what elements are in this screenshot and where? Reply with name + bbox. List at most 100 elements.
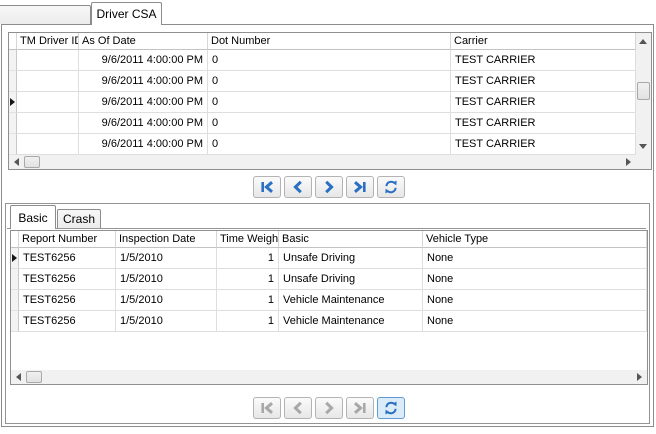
grid-cell[interactable]: Vehicle Maintenance <box>279 311 423 332</box>
column-header-carrier[interactable]: Carrier <box>451 33 636 50</box>
grid-cell[interactable]: TEST CARRIER <box>451 71 636 92</box>
row-header[interactable] <box>9 92 17 113</box>
basic-grid: Report NumberInspection DateTime WeightB… <box>10 230 648 385</box>
basic-binding-navigator <box>253 397 405 419</box>
column-header-basic[interactable]: Basic <box>279 231 423 248</box>
tab-crash-label: Crash <box>63 212 95 226</box>
move-previous-button[interactable] <box>284 176 312 198</box>
grid-cell[interactable]: None <box>423 290 647 311</box>
basic-tab-page-border <box>7 228 646 229</box>
scroll-left-icon[interactable] <box>14 158 19 166</box>
column-header-dot-number[interactable]: Dot Number <box>208 33 451 50</box>
tab-driver-csa[interactable]: Driver CSA <box>91 2 162 25</box>
grid-cell[interactable]: TEST6256 <box>19 311 116 332</box>
grid-cell[interactable]: None <box>423 311 647 332</box>
move-first-button[interactable] <box>253 176 281 198</box>
grid-cell[interactable]: Vehicle Maintenance <box>279 290 423 311</box>
tab-driver-csa-label: Driver CSA <box>96 7 156 21</box>
grid-cell[interactable]: 1/5/2010 <box>116 248 217 269</box>
row-header[interactable] <box>9 134 17 155</box>
grid-cell[interactable]: 0 <box>208 134 451 155</box>
scroll-up-icon[interactable] <box>639 39 647 44</box>
row-header[interactable] <box>9 71 17 92</box>
grid-cell[interactable]: 0 <box>208 50 451 71</box>
move-last-button[interactable] <box>346 397 374 419</box>
move-first-button[interactable] <box>253 397 281 419</box>
move-last-icon <box>352 179 368 195</box>
grid-cell[interactable]: 9/6/2011 4:00:00 PM <box>79 92 208 113</box>
grid-cell[interactable]: TEST CARRIER <box>451 92 636 113</box>
basic-grid-content: Report NumberInspection DateTime WeightB… <box>11 231 647 332</box>
move-next-button[interactable] <box>315 397 343 419</box>
column-header-time-weight[interactable]: Time Weight <box>217 231 279 248</box>
grid-cell[interactable]: 1 <box>217 248 279 269</box>
horizontal-scrollbar-thumb[interactable] <box>24 156 40 168</box>
move-previous-icon <box>290 179 306 195</box>
column-header-tm-driver-id[interactable]: TM Driver ID <box>17 33 79 50</box>
row-header[interactable] <box>11 311 19 332</box>
row-header[interactable] <box>9 50 17 71</box>
move-next-icon <box>321 179 337 195</box>
column-header-vehicle-type[interactable]: Vehicle Type <box>423 231 647 248</box>
grid-cell[interactable]: 1/5/2010 <box>116 290 217 311</box>
vertical-scrollbar-thumb[interactable] <box>637 82 650 100</box>
tab-basic-label: Basic <box>18 211 47 225</box>
grid-cell[interactable]: Unsafe Driving <box>279 248 423 269</box>
row-header[interactable] <box>11 269 19 290</box>
grid-cell[interactable]: 9/6/2011 4:00:00 PM <box>79 71 208 92</box>
move-last-button[interactable] <box>346 176 374 198</box>
scroll-down-icon[interactable] <box>639 144 647 149</box>
grid-cell[interactable]: 0 <box>208 92 451 113</box>
move-last-icon <box>352 400 368 416</box>
grid-cell[interactable] <box>17 50 79 71</box>
grid-cell[interactable]: 9/6/2011 4:00:00 PM <box>79 50 208 71</box>
refresh-button[interactable] <box>377 176 405 198</box>
horizontal-scrollbar-thumb[interactable] <box>26 371 42 383</box>
grid-cell[interactable]: 1/5/2010 <box>116 269 217 290</box>
grid-cell[interactable] <box>17 92 79 113</box>
scroll-right-icon[interactable] <box>637 373 642 381</box>
grid-cell[interactable]: 9/6/2011 4:00:00 PM <box>79 134 208 155</box>
move-next-icon <box>321 400 337 416</box>
column-header-as-of-date[interactable]: As Of Date <box>79 33 208 50</box>
grid-cell[interactable]: TEST6256 <box>19 248 116 269</box>
vertical-scrollbar[interactable] <box>636 33 651 155</box>
grid-cell[interactable]: 1 <box>217 311 279 332</box>
grid-cell[interactable] <box>17 113 79 134</box>
column-header-inspection-date[interactable]: Inspection Date <box>116 231 217 248</box>
row-header[interactable] <box>9 113 17 134</box>
tab-unlabeled[interactable] <box>0 5 91 24</box>
row-header[interactable] <box>11 248 19 269</box>
scroll-left-icon[interactable] <box>16 373 21 381</box>
grid-cell[interactable]: TEST CARRIER <box>451 134 636 155</box>
grid-cell[interactable]: 9/6/2011 4:00:00 PM <box>79 113 208 134</box>
driver-csa-grid: TM Driver IDAs Of DateDot NumberCarrier9… <box>8 32 652 170</box>
grid-cell[interactable] <box>17 134 79 155</box>
grid-cell[interactable]: None <box>423 269 647 290</box>
column-header-report-number[interactable]: Report Number <box>19 231 116 248</box>
driver-csa-screen: Driver CSA TM Driver IDAs Of DateDot Num… <box>0 0 656 434</box>
horizontal-scrollbar[interactable] <box>9 155 636 169</box>
grid-cell[interactable]: 0 <box>208 71 451 92</box>
grid-cell[interactable]: TEST6256 <box>19 269 116 290</box>
move-previous-icon <box>290 400 306 416</box>
grid-cell[interactable]: 1 <box>217 269 279 290</box>
grid-cell[interactable]: TEST CARRIER <box>451 50 636 71</box>
grid-cell[interactable]: 1 <box>217 290 279 311</box>
tab-basic[interactable]: Basic <box>10 205 56 229</box>
grid-cell[interactable]: TEST CARRIER <box>451 113 636 134</box>
grid-cell[interactable]: None <box>423 248 647 269</box>
refresh-button[interactable] <box>377 397 405 419</box>
scroll-right-icon[interactable] <box>626 158 631 166</box>
row-header[interactable] <box>11 290 19 311</box>
grid-cell[interactable]: 1/5/2010 <box>116 311 217 332</box>
grid-cell[interactable]: TEST6256 <box>19 290 116 311</box>
grid-cell[interactable]: Unsafe Driving <box>279 269 423 290</box>
horizontal-scrollbar[interactable] <box>11 370 647 384</box>
tab-crash[interactable]: Crash <box>57 209 101 228</box>
grid-cell[interactable]: 0 <box>208 113 451 134</box>
table-row: 9/6/2011 4:00:00 PM0TEST CARRIER <box>9 50 651 71</box>
move-previous-button[interactable] <box>284 397 312 419</box>
move-next-button[interactable] <box>315 176 343 198</box>
grid-cell[interactable] <box>17 71 79 92</box>
